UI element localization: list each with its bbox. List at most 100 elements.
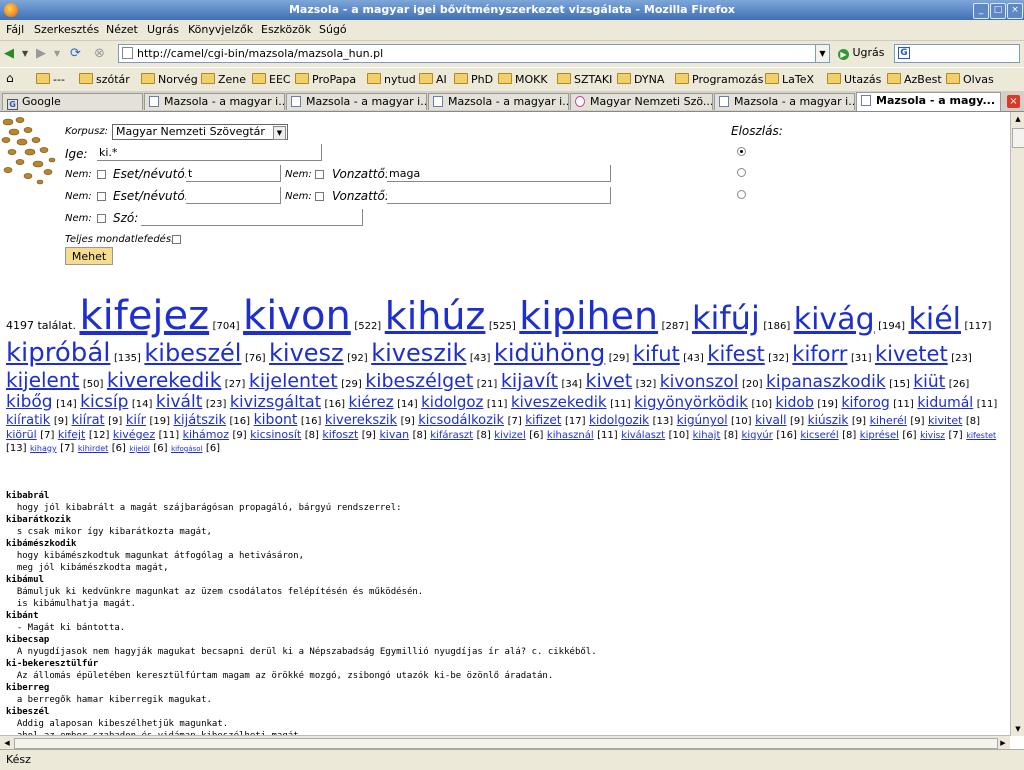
not-checkbox-4[interactable] <box>315 192 324 201</box>
word-input[interactable] <box>141 209 363 226</box>
tab-mazsola-3[interactable]: Mazsola - a magyar i... <box>428 93 569 110</box>
bookmark-folder[interactable]: Norvég <box>141 73 198 86</box>
full-sentence-checkbox[interactable] <box>172 235 181 244</box>
distribution-radio-1[interactable] <box>737 147 746 156</box>
verb-link[interactable]: kifest <box>707 342 764 366</box>
verb-link[interactable]: kidolgoz <box>421 393 483 411</box>
verb-link[interactable]: kivizsgáltat <box>230 392 321 411</box>
verb-link[interactable]: kigyönyörködik <box>634 393 748 411</box>
minimize-icon[interactable]: _ <box>973 3 989 19</box>
vonzatto-input-2[interactable] <box>387 187 611 204</box>
verb-link[interactable]: kivizel <box>494 430 525 441</box>
bookmark-folder[interactable]: nytud <box>367 73 416 86</box>
menu-edit[interactable]: Szerkesztés <box>34 23 99 36</box>
bookmark-folder[interactable]: DYNA <box>617 73 664 86</box>
back-dropdown-icon[interactable]: ▼ <box>22 45 28 63</box>
search-input[interactable]: G <box>894 44 1020 63</box>
tab-mazsola-4[interactable]: Mazsola - a magyar i... <box>714 93 855 110</box>
verb-link[interactable]: kivitet <box>928 414 962 427</box>
bookmark-folder[interactable]: Programozás <box>675 73 763 86</box>
bookmark-folder[interactable]: EEC <box>252 73 291 86</box>
tab-mazsola-1[interactable]: Mazsola - a magyar i... <box>144 93 285 110</box>
verb-link[interactable]: kigúnyol <box>677 413 728 427</box>
verb-link[interactable]: kidühöng <box>494 339 605 367</box>
scroll-right-icon[interactable]: ▶ <box>996 736 1010 750</box>
tab-google[interactable]: G Google <box>2 93 143 110</box>
verb-link[interactable]: kicserél <box>800 430 838 441</box>
verb-link[interactable]: kidolgozik <box>589 413 649 427</box>
distribution-radio-3[interactable] <box>737 190 746 199</box>
bookmark-folder[interactable]: AI <box>419 73 447 86</box>
bookmark-folder[interactable]: ProPapa <box>295 73 356 86</box>
verb-link[interactable]: kivág <box>794 302 875 337</box>
bookmark-folder[interactable]: Utazás <box>827 73 881 86</box>
verb-link[interactable]: kifúj <box>692 299 760 337</box>
reload-icon[interactable]: ⟳ <box>70 45 81 63</box>
verb-link[interactable]: kihámoz <box>183 428 229 441</box>
verb-link[interactable]: kiverekedik <box>107 368 221 392</box>
verb-link[interactable]: kihagy <box>30 444 57 453</box>
menu-tools[interactable]: Eszközök <box>261 23 311 36</box>
verb-link[interactable]: kifogásol <box>171 445 202 453</box>
bookmark-folder[interactable]: SZTAKI <box>557 73 612 86</box>
verb-link[interactable]: kifáraszt <box>430 430 473 441</box>
verb-link[interactable]: kiél <box>909 302 962 337</box>
verb-link[interactable]: kicsinosít <box>250 428 301 441</box>
verb-link[interactable]: kibeszél <box>144 339 241 367</box>
verb-link[interactable]: kivet <box>586 370 633 392</box>
scroll-down-icon[interactable]: ▼ <box>1011 722 1024 736</box>
verb-link[interactable]: kiüt <box>913 372 945 392</box>
verb-link[interactable]: kiúszik <box>808 413 849 427</box>
maximize-icon[interactable]: □ <box>990 3 1006 19</box>
verb-link[interactable]: kiírat <box>71 413 104 428</box>
bookmark-folder[interactable]: MOKK <box>498 73 548 86</box>
verb-link[interactable]: kicsodálkozik <box>418 413 504 428</box>
bookmark-folder[interactable]: Zene <box>201 73 246 86</box>
verb-link[interactable]: kiír <box>126 413 146 428</box>
go-button[interactable]: ▶ Ugrás <box>838 46 885 60</box>
verb-link[interactable]: kibeszélget <box>365 370 473 392</box>
vertical-scroll-thumb[interactable] <box>1012 128 1024 148</box>
verb-link[interactable]: kijelent <box>6 368 79 392</box>
menu-file[interactable]: Fájl <box>6 23 24 36</box>
not-checkbox-5[interactable] <box>97 214 106 223</box>
verb-link[interactable]: kivesz <box>269 339 344 367</box>
verb-link[interactable]: kihirdet <box>78 444 108 453</box>
vonzatto-input-1[interactable] <box>387 165 611 182</box>
verb-link[interactable]: kivált <box>156 392 202 412</box>
forward-dropdown-icon[interactable]: ▼ <box>54 45 60 63</box>
verb-link[interactable]: kidob <box>776 395 814 411</box>
tab-mazsola-2[interactable]: Mazsola - a magyar i... <box>286 93 427 110</box>
vertical-scrollbar[interactable]: ▲ ▼ <box>1010 112 1024 736</box>
verb-link[interactable]: kiforr <box>792 342 847 366</box>
verb-link[interactable]: kiválaszt <box>621 430 665 441</box>
not-checkbox-2[interactable] <box>315 170 324 179</box>
verb-link[interactable]: kigyúr <box>742 430 773 441</box>
verb-link[interactable]: kifestet <box>966 431 996 440</box>
verb-link[interactable]: kijelentet <box>249 370 338 392</box>
url-dropdown-icon[interactable]: ▼ <box>815 44 830 63</box>
verb-link[interactable]: kivon <box>243 293 351 339</box>
verb-link[interactable]: kivisz <box>920 431 945 441</box>
verb-link[interactable]: kijátszik <box>173 413 226 428</box>
verb-link[interactable]: kifejt <box>58 428 85 441</box>
verb-link[interactable]: kidumál <box>917 395 973 411</box>
verb-link[interactable]: kivan <box>379 428 409 441</box>
verb-link[interactable]: kicsíp <box>80 392 128 412</box>
verb-link[interactable]: kivégez <box>113 428 155 441</box>
tab-mnsz[interactable]: Magyar Nemzeti Szö... <box>570 93 713 110</box>
bookmark-folder[interactable]: szótár <box>79 73 130 86</box>
verb-input[interactable] <box>97 144 322 161</box>
verb-link[interactable]: kiforog <box>841 395 889 411</box>
verb-link[interactable]: kijavít <box>501 370 558 392</box>
horizontal-scroll-thumb[interactable] <box>14 738 998 749</box>
verb-link[interactable]: kipróbál <box>6 338 110 368</box>
back-arrow-icon[interactable]: ◀ <box>4 45 14 63</box>
verb-link[interactable]: kiherél <box>870 414 907 427</box>
case-input-1[interactable] <box>186 165 281 182</box>
verb-link[interactable]: kibont <box>254 412 298 428</box>
menu-help[interactable]: Súgó <box>319 23 347 36</box>
case-input-2[interactable] <box>186 187 281 204</box>
menu-go[interactable]: Ugrás <box>147 23 179 36</box>
url-input[interactable] <box>137 46 807 61</box>
